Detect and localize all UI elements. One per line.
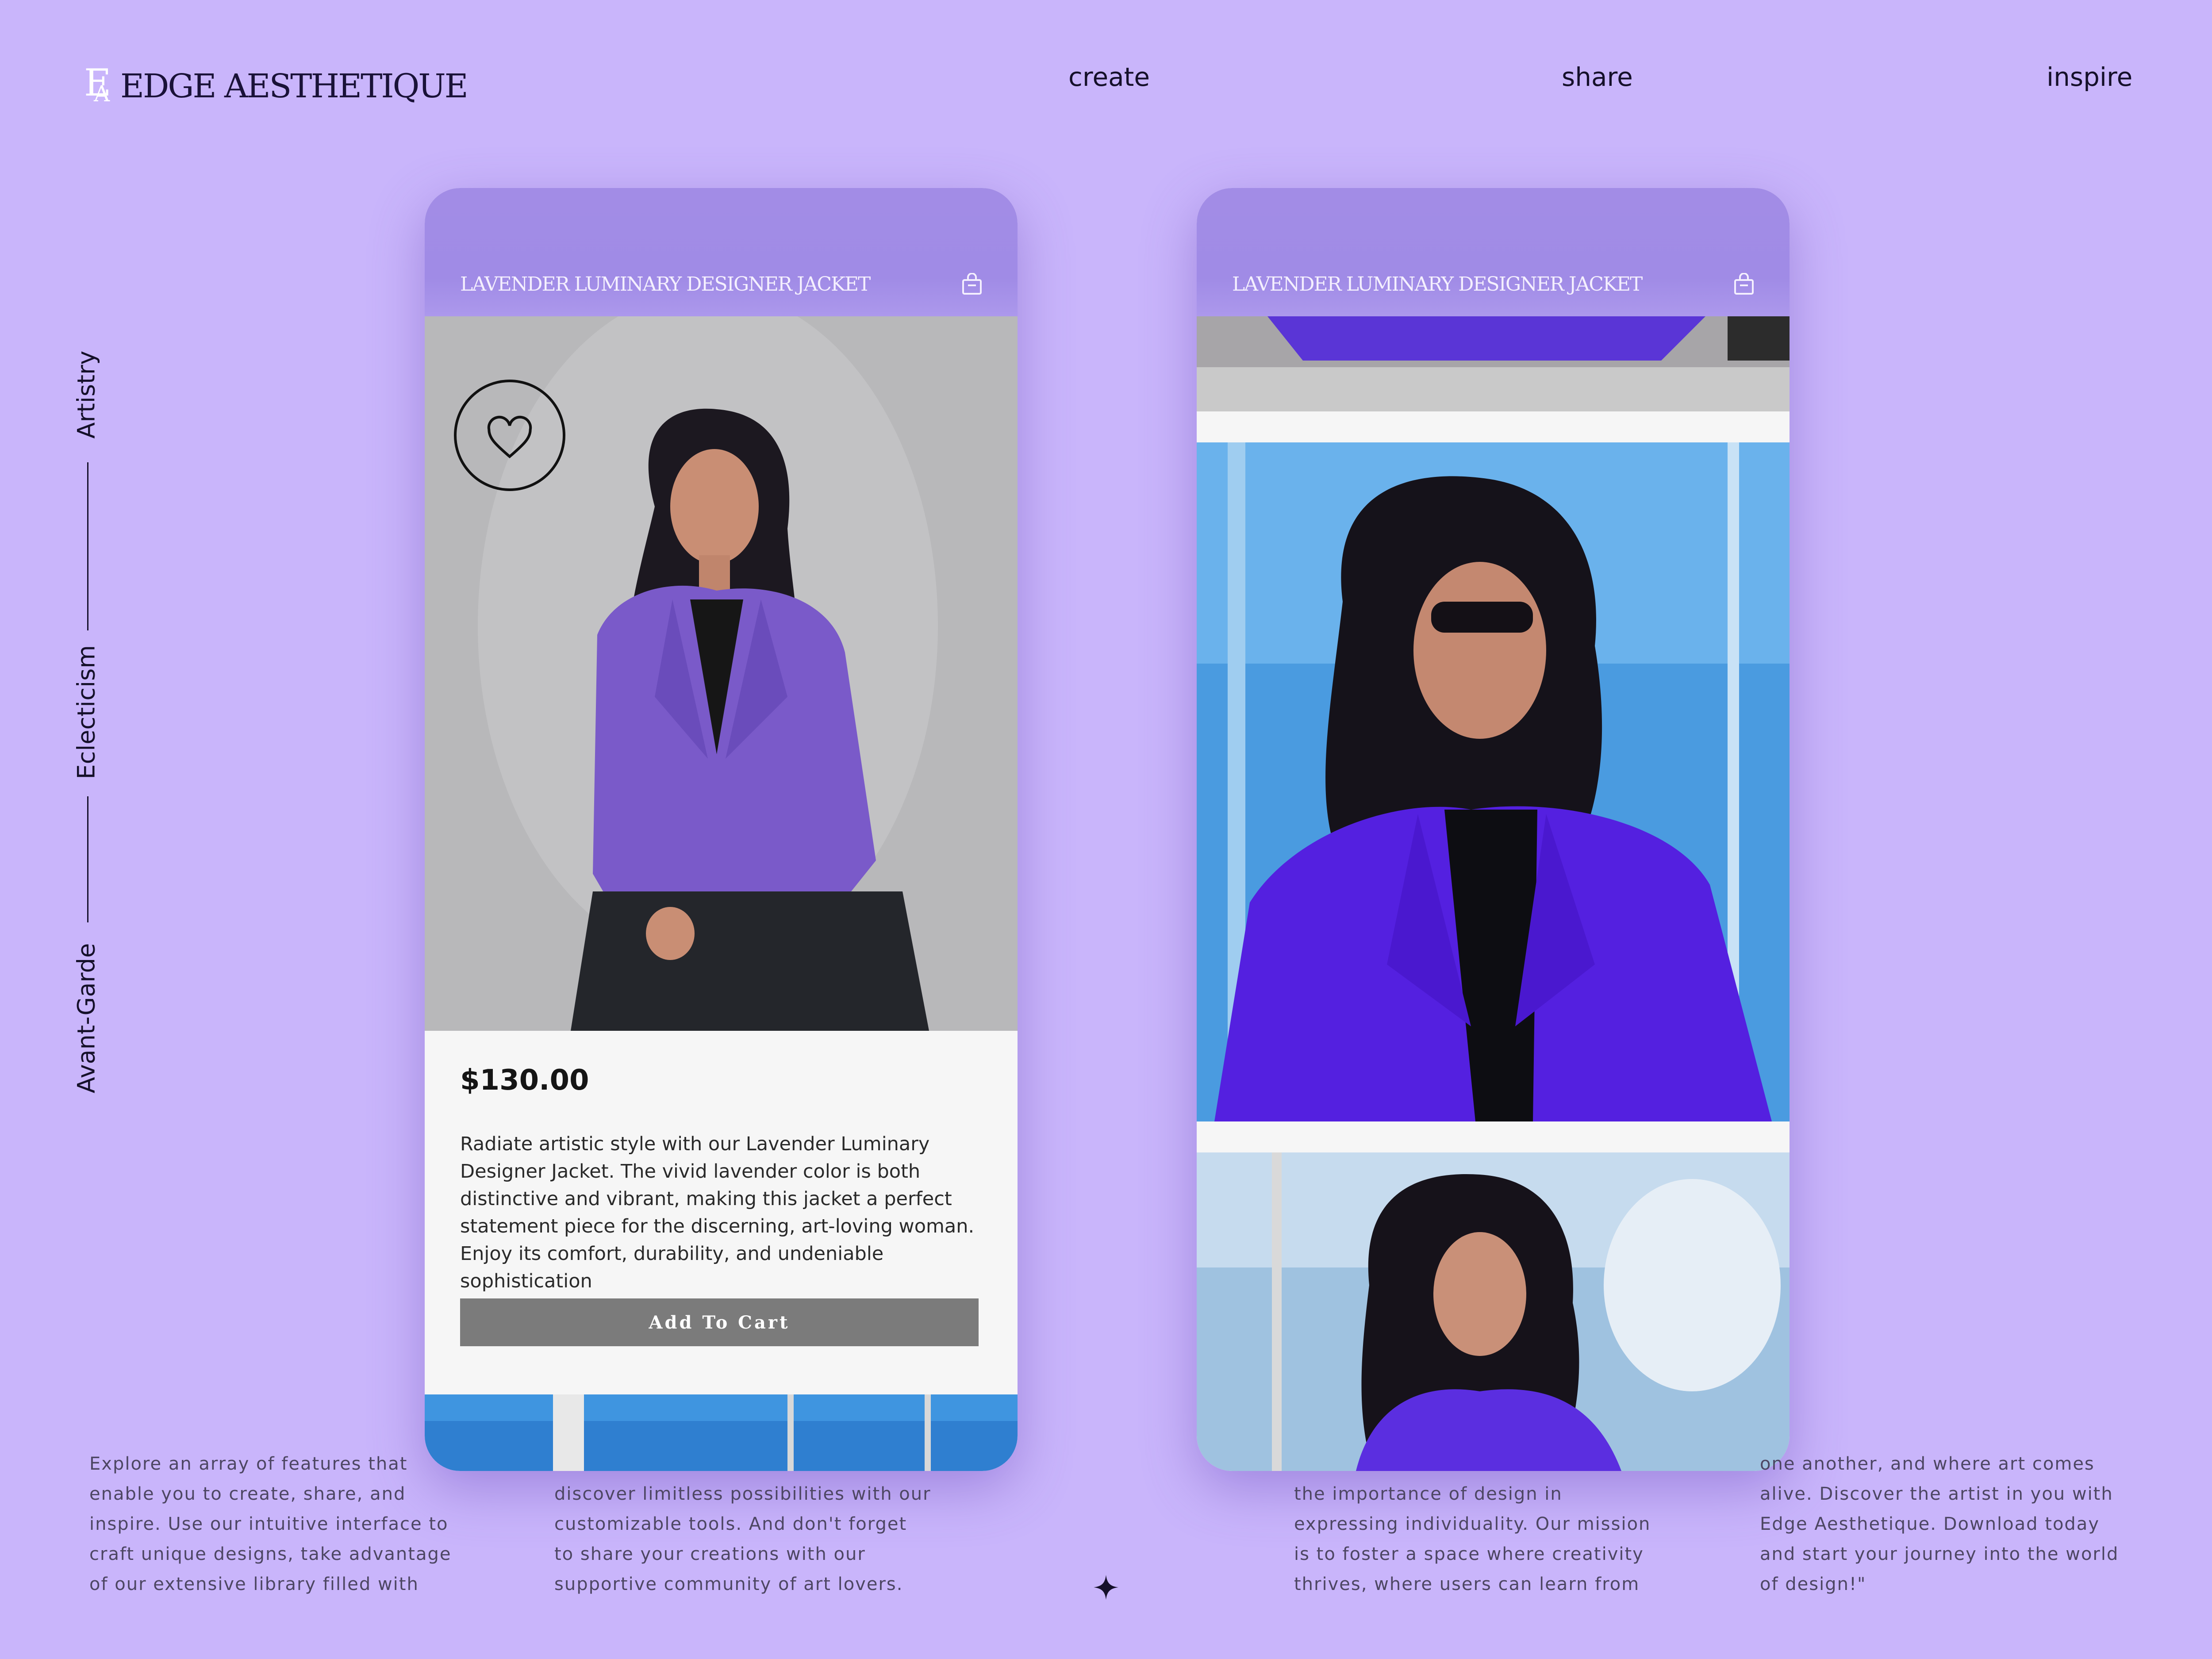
footer-text-line: alive. Discover the artist in you with xyxy=(1760,1484,2113,1504)
logo-monogram-a: A xyxy=(94,81,110,107)
footer-text-line: the importance of design in xyxy=(1294,1484,1563,1504)
favorite-button[interactable] xyxy=(454,380,565,491)
footer-text-line: inspire. Use our intuitive interface to xyxy=(89,1514,449,1534)
sparkle-icon xyxy=(1094,1575,1118,1600)
product-title: LAVENDER LUMINARY DESIGNER JACKET xyxy=(460,273,871,296)
app-header xyxy=(425,188,1018,316)
footer-text-line: Explore an array of features that xyxy=(89,1454,408,1474)
nav-create[interactable]: create xyxy=(1068,62,1150,92)
next-product-photo-preview xyxy=(425,1394,1018,1471)
heart-icon xyxy=(487,415,532,458)
side-label-avant-garde: Avant-Garde xyxy=(72,943,100,1094)
footer-paragraph-2: discover limitless possibilities with ou… xyxy=(554,1479,931,1599)
footer-paragraph-1: Explore an array of features that enable… xyxy=(89,1449,451,1599)
footer-text-line: one another, and where art comes xyxy=(1760,1454,2095,1474)
shopping-bag-icon[interactable] xyxy=(1734,273,1754,295)
footer-paragraph-3: the importance of design in expressing i… xyxy=(1294,1479,1651,1599)
nav-inspire[interactable]: inspire xyxy=(2047,62,2132,92)
side-divider xyxy=(87,796,88,922)
side-divider xyxy=(87,462,88,630)
logo-monogram: E A xyxy=(84,64,115,108)
footer-text-line: discover limitless possibilities with ou… xyxy=(554,1484,931,1504)
nav-share[interactable]: share xyxy=(1562,62,1633,92)
product-phone-mockup: LAVENDER LUMINARY DESIGNER JACKET $130.0… xyxy=(425,188,1018,1471)
footer-text-line: and start your journey into the world xyxy=(1760,1544,2119,1564)
footer-text-line: customizable tools. And don't forget xyxy=(554,1514,907,1534)
footer-text-line: expressing individuality. Our mission xyxy=(1294,1514,1651,1534)
footer-text-line: to share your creations with our xyxy=(554,1544,866,1564)
brand-logo[interactable]: E A EDGE AESTHETIQUE xyxy=(84,62,469,111)
side-label-eclecticism: Eclecticism xyxy=(72,645,100,780)
footer-text-line: of design!" xyxy=(1760,1574,1866,1594)
footer-text-line: enable you to create, share, and xyxy=(89,1484,406,1504)
add-to-cart-button[interactable]: Add To Cart xyxy=(460,1298,979,1346)
app-header xyxy=(1197,188,1790,316)
brand-name: EDGE AESTHETIQUE xyxy=(120,67,469,105)
gallery-phone-mockup: LAVENDER LUMINARY DESIGNER JACKET xyxy=(1197,188,1790,1471)
footer-text-line: of our extensive library filled with xyxy=(89,1574,419,1594)
footer-paragraph-4: one another, and where art comes alive. … xyxy=(1760,1449,2119,1599)
footer-text-line: craft unique designs, take advantage xyxy=(89,1544,452,1564)
product-description: Radiate artistic style with our Lavender… xyxy=(460,1133,975,1292)
footer-text-line: supportive community of art lovers. xyxy=(554,1574,903,1594)
shopping-bag-icon[interactable] xyxy=(962,273,982,295)
gallery-photo-3[interactable] xyxy=(1197,1152,1790,1471)
side-label-artistry: Artistry xyxy=(72,350,100,439)
product-title: LAVENDER LUMINARY DESIGNER JACKET xyxy=(1232,273,1643,296)
footer-text-line: Edge Aesthetique. Download today xyxy=(1760,1514,2100,1534)
footer-text-line: thrives, where users can learn from xyxy=(1294,1574,1640,1594)
footer-text-line: is to foster a space where creativity xyxy=(1294,1544,1644,1564)
product-price: $130.00 xyxy=(460,1064,589,1097)
gallery-photo-1 xyxy=(1197,316,1790,411)
gallery-photo-2[interactable] xyxy=(1197,442,1790,1121)
